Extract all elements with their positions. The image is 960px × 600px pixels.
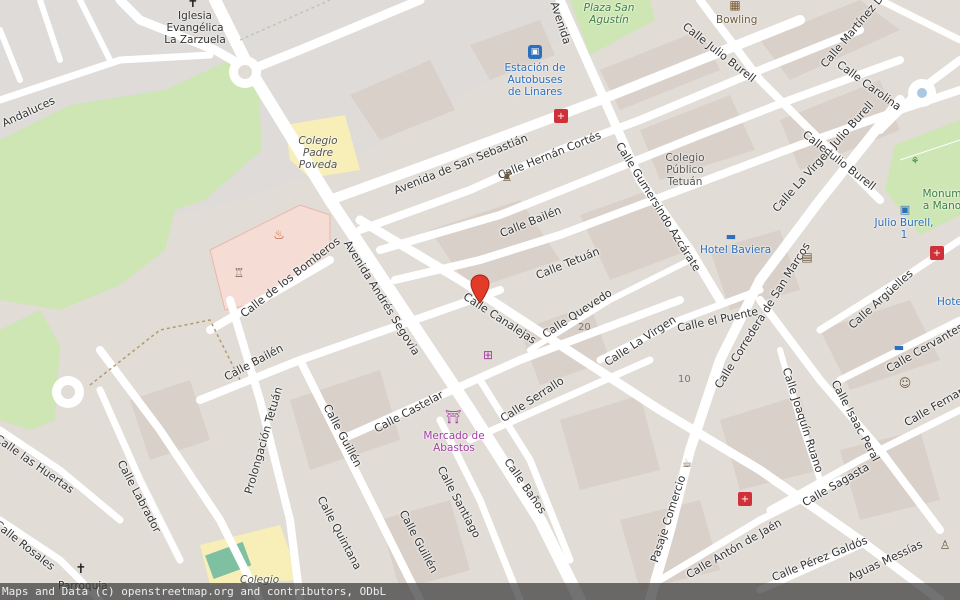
- theatre-icon: ☺: [898, 376, 912, 390]
- pharmacy-icon-bottom: +: [738, 492, 752, 506]
- poi-mercado[interactable]: Mercado de Abastos: [422, 430, 486, 454]
- poi-hotel-baviera[interactable]: Hotel Baviera: [700, 244, 771, 256]
- shop-icon: ⊞: [482, 348, 494, 362]
- house-number: 20: [578, 322, 591, 333]
- map-canvas[interactable]: Andaluces Avenida de San Sebastián Calle…: [0, 0, 960, 600]
- church-icon: ✝: [187, 0, 199, 11]
- hotel-icon: ▬: [725, 229, 737, 243]
- poi-monumento[interactable]: Monum a Mano: [922, 188, 960, 212]
- police-icon: ♜: [501, 169, 513, 185]
- poi-bowling[interactable]: Bowling: [716, 14, 757, 26]
- poi-plaza-label: Plaza San Agustín: [583, 2, 635, 26]
- monument-icon: ⚘: [910, 155, 920, 167]
- poi-colegio-tetuan[interactable]: Colegio Público Tetuán: [660, 152, 710, 188]
- pharmacy-icon-right: +: [930, 246, 944, 260]
- poi-estacion[interactable]: Estación de Autobuses de Linares: [500, 62, 570, 98]
- library-icon: ▤: [801, 250, 813, 264]
- poi-plaza-san-agustin[interactable]: Plaza San Agustín: [582, 2, 636, 26]
- location-pin-icon[interactable]: [470, 274, 490, 304]
- market-icon: ⛩: [444, 409, 462, 425]
- house-number: 10: [678, 374, 691, 385]
- poi-estacion-label: Estación de Autobuses de Linares: [504, 62, 566, 98]
- poi-iglesia-label: Iglesia Evangélica La Zarzuela: [164, 10, 226, 46]
- bus-station-icon: ▣: [528, 45, 542, 59]
- fire-station-icon: ♨: [273, 227, 285, 243]
- poi-colegio-poveda-label: Colegio Padre Poveda: [298, 135, 338, 171]
- bowling-icon: ▦: [729, 0, 741, 12]
- poi-hotel-right[interactable]: Hote: [937, 296, 960, 308]
- bus-stop-icon: ▣: [899, 202, 911, 216]
- poi-colegio-tetuan-label: Colegio Público Tetuán: [665, 152, 705, 188]
- poi-iglesia[interactable]: Iglesia Evangélica La Zarzuela: [160, 10, 230, 46]
- poi-mercado-label: Mercado de Abastos: [423, 430, 485, 454]
- poi-colegio-padre-poveda[interactable]: Colegio Padre Poveda: [286, 135, 350, 171]
- memorial-icon: ♙: [939, 538, 951, 552]
- poi-julio-burell-label: Julio Burell, 1: [874, 217, 934, 241]
- map-attribution[interactable]: Maps and Data (c) openstreetmap.org and …: [0, 583, 960, 600]
- church-icon-bottom: ✝: [75, 561, 87, 577]
- tower-icon: ♖: [233, 266, 245, 280]
- pharmacy-icon: +: [554, 109, 568, 123]
- cafe-icon: ☕: [681, 456, 693, 470]
- poi-monumento-label: Monum a Mano: [922, 188, 960, 212]
- poi-julio-burell[interactable]: Julio Burell, 1: [874, 217, 934, 241]
- hotel-icon-right: ▬: [893, 340, 905, 354]
- attribution-text: Maps and Data (c) openstreetmap.org and …: [2, 585, 387, 598]
